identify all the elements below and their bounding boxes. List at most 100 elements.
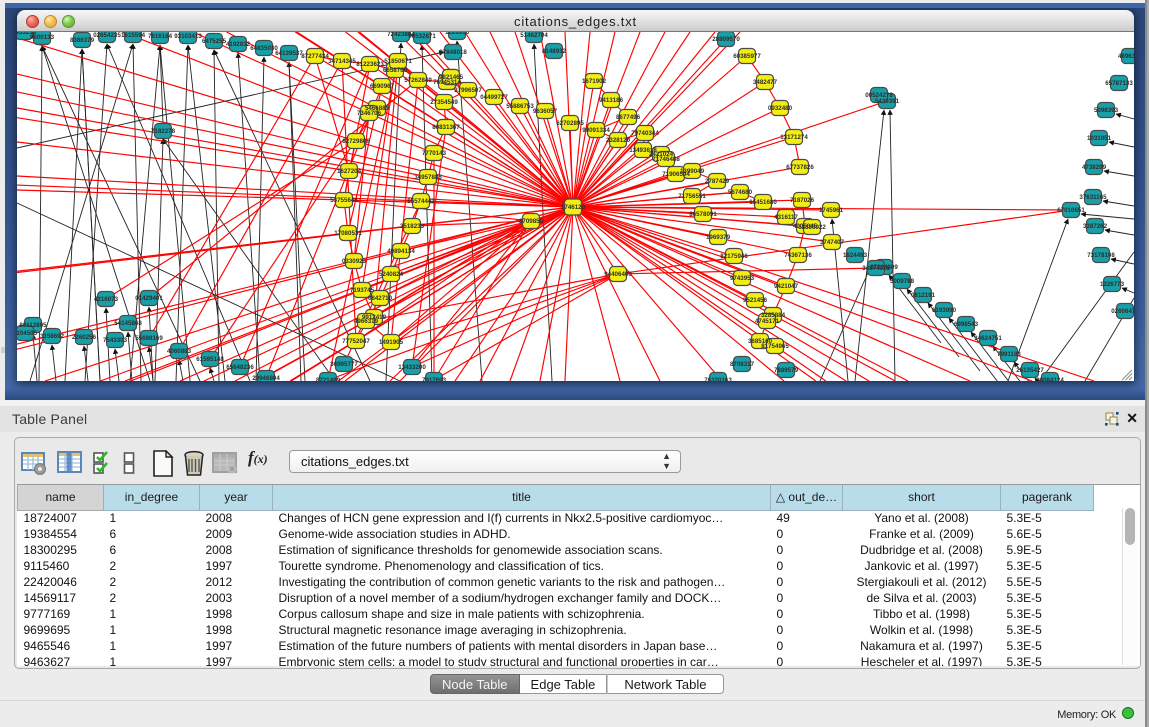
svg-text:1969379: 1969379 — [706, 234, 731, 241]
svg-text:3158692: 3158692 — [40, 333, 65, 340]
svg-text:4966319: 4966319 — [354, 318, 379, 325]
svg-text:9743953: 9743953 — [730, 275, 755, 282]
svg-text:1746120: 1746120 — [561, 204, 586, 211]
svg-text:29946804: 29946804 — [252, 375, 280, 381]
svg-text:28809570: 28809570 — [712, 36, 740, 43]
svg-text:76320163: 76320163 — [704, 377, 732, 381]
svg-text:7193745: 7193745 — [350, 287, 375, 294]
svg-text:4216073: 4216073 — [94, 296, 119, 303]
svg-text:65648236: 65648236 — [226, 364, 254, 371]
svg-text:60385977: 60385977 — [733, 53, 761, 60]
svg-text:5098393: 5098393 — [1094, 107, 1119, 114]
svg-text:4745171: 4745171 — [755, 318, 780, 325]
svg-text:49894134: 49894134 — [387, 248, 415, 255]
svg-text:3518233: 3518233 — [400, 223, 425, 230]
svg-text:1615594: 1615594 — [121, 32, 146, 39]
svg-text:81223623: 81223623 — [356, 61, 384, 68]
svg-text:57262849: 57262849 — [404, 77, 432, 84]
svg-text:99091334: 99091334 — [582, 127, 610, 134]
svg-text:55698169: 55698169 — [135, 335, 163, 342]
svg-text:7917693: 7917693 — [422, 377, 447, 381]
svg-text:01429401: 01429401 — [135, 295, 163, 302]
svg-text:0812191: 0812191 — [911, 292, 936, 299]
svg-text:53755646: 53755646 — [330, 197, 358, 204]
svg-text:3709859: 3709859 — [519, 218, 544, 225]
svg-text:9521456: 9521456 — [743, 297, 768, 304]
svg-text:73178108: 73178108 — [1087, 252, 1115, 259]
svg-text:85574443: 85574443 — [407, 198, 435, 205]
svg-text:67010651: 67010651 — [1057, 207, 1085, 214]
svg-text:4192832: 4192832 — [226, 41, 251, 48]
svg-text:71746488: 71746488 — [652, 156, 680, 163]
svg-text:04499727: 04499727 — [480, 94, 508, 101]
svg-text:67737826: 67737826 — [786, 164, 814, 171]
svg-text:94406409: 94406409 — [604, 271, 632, 278]
svg-text:9421047: 9421047 — [774, 283, 799, 290]
svg-text:8708317: 8708317 — [730, 361, 755, 368]
svg-text:9636057: 9636057 — [533, 108, 558, 115]
svg-text:81754965: 81754965 — [761, 343, 789, 350]
svg-text:1824493: 1824493 — [843, 252, 868, 259]
svg-text:80112805: 80112805 — [19, 322, 47, 329]
svg-text:4738299: 4738299 — [1082, 164, 1107, 171]
svg-text:7991183: 7991183 — [997, 351, 1021, 358]
svg-text:93103413: 93103413 — [174, 33, 202, 40]
svg-text:82175946: 82175946 — [720, 253, 748, 260]
svg-text:37631165: 37631165 — [1079, 194, 1107, 201]
svg-text:1627204: 1627204 — [337, 168, 362, 175]
svg-text:8386379: 8386379 — [70, 37, 95, 44]
svg-text:3482477: 3482477 — [753, 79, 778, 86]
svg-text:54145868: 54145868 — [114, 320, 142, 327]
svg-text:6690967: 6690967 — [370, 83, 395, 90]
svg-text:86578091: 86578091 — [689, 211, 717, 218]
svg-text:15451680: 15451680 — [749, 199, 777, 206]
svg-text:77752047: 77752047 — [342, 338, 370, 345]
svg-text:4896383: 4896383 — [1118, 53, 1134, 60]
svg-text:6658760: 6658760 — [383, 67, 408, 74]
svg-text:7182278: 7182278 — [151, 128, 176, 135]
svg-text:8677496: 8677496 — [616, 114, 641, 121]
svg-text:34714345: 34714345 — [328, 58, 356, 65]
svg-text:1226916: 1226916 — [445, 32, 470, 36]
svg-text:62729806: 62729806 — [342, 138, 370, 145]
svg-text:98084124: 98084124 — [1036, 377, 1064, 381]
svg-text:71756551: 71756551 — [678, 193, 706, 200]
svg-text:8148932: 8148932 — [542, 48, 567, 55]
svg-text:79740344: 79740344 — [631, 130, 659, 137]
svg-text:5240824: 5240824 — [379, 271, 404, 278]
svg-text:5674680: 5674680 — [728, 189, 753, 196]
svg-text:3387262: 3387262 — [1083, 223, 1108, 230]
svg-text:55886753: 55886753 — [506, 103, 534, 110]
svg-text:2787429: 2787429 — [705, 178, 730, 185]
svg-text:34624751: 34624751 — [974, 335, 1002, 342]
svg-text:1491905: 1491905 — [379, 339, 404, 346]
svg-text:1031051: 1031051 — [1087, 135, 1112, 142]
svg-text:64835030: 64835030 — [250, 45, 278, 52]
svg-text:0842710: 0842710 — [368, 295, 393, 302]
svg-text:51462704: 51462704 — [520, 32, 548, 39]
svg-text:2328120: 2328120 — [606, 137, 631, 144]
svg-text:5009788: 5009788 — [890, 278, 915, 285]
svg-text:7770143: 7770143 — [422, 150, 447, 157]
svg-text:00524278: 00524278 — [865, 92, 893, 99]
svg-text:96532871: 96532871 — [408, 33, 436, 40]
svg-text:3747407: 3747407 — [820, 239, 845, 246]
svg-text:74367136: 74367136 — [784, 252, 812, 259]
svg-text:0932480: 0932480 — [768, 105, 793, 112]
svg-text:9413186: 9413186 — [599, 97, 624, 104]
svg-text:87277434: 87277434 — [301, 53, 329, 60]
svg-text:64139537: 64139537 — [275, 50, 303, 57]
svg-text:61595148: 61595148 — [196, 356, 224, 363]
svg-text:1745961: 1745961 — [819, 207, 844, 214]
svg-text:80831367: 80831367 — [432, 124, 460, 131]
svg-text:02654235: 02654235 — [93, 32, 121, 39]
svg-text:37996507: 37996507 — [454, 87, 482, 94]
svg-text:7816184: 7816184 — [148, 33, 173, 40]
svg-text:7543303: 7543303 — [103, 337, 128, 344]
svg-text:6193990: 6193990 — [932, 307, 957, 314]
svg-text:1671902: 1671902 — [582, 78, 607, 85]
svg-text:17080531: 17080531 — [334, 230, 362, 237]
svg-text:6475255: 6475255 — [202, 38, 227, 45]
svg-text:5430391: 5430391 — [875, 98, 900, 105]
svg-text:97848018: 97848018 — [439, 49, 467, 56]
